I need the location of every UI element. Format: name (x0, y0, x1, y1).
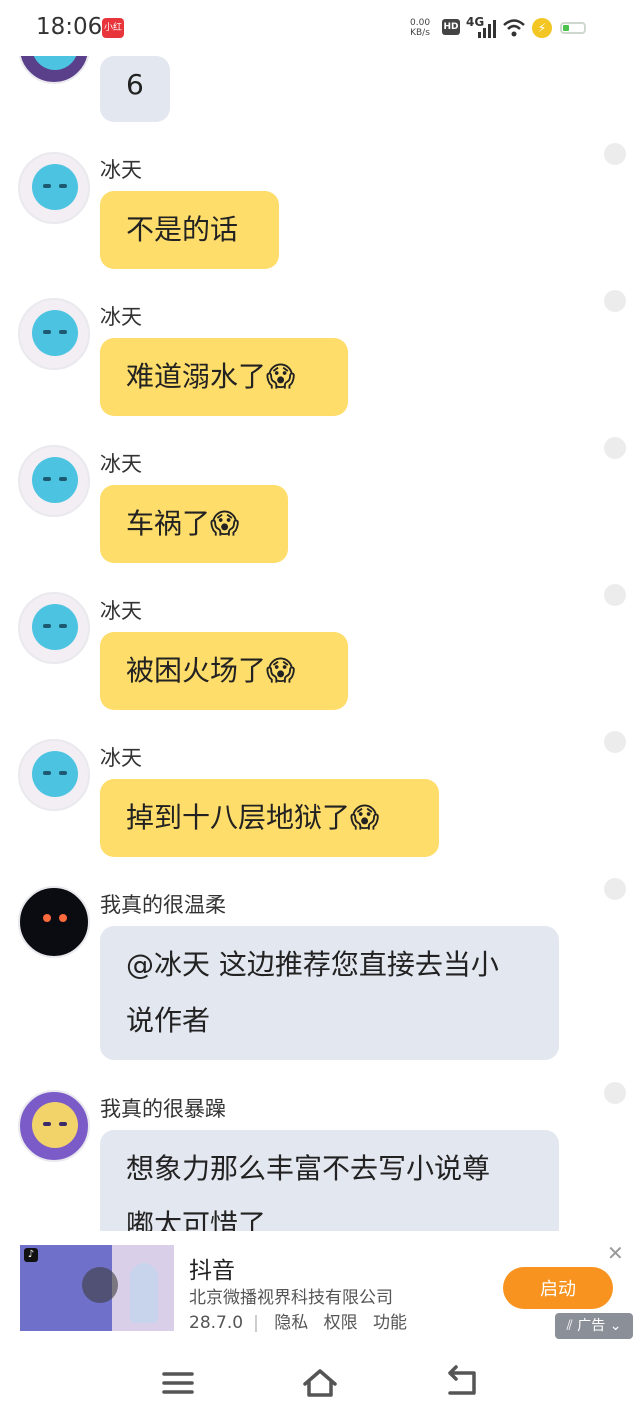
close-icon[interactable]: ✕ (607, 1241, 624, 1265)
scream-emoji-icon: 😱 (266, 654, 296, 687)
launch-button[interactable]: 启动 (503, 1267, 613, 1309)
network-speed: 0.00 KB/s (410, 18, 430, 38)
sender-name[interactable]: 冰天 (100, 301, 142, 331)
read-status-dot (604, 1082, 626, 1104)
read-status-dot (604, 584, 626, 606)
avatar[interactable] (18, 739, 90, 811)
message-bubble[interactable]: @冰天 这边推荐您直接去当小 说作者 (100, 926, 559, 1060)
network-speed-value: 0.00 (410, 18, 431, 28)
status-bar: 18:06 小红书 0.00 KB/s HD 4G ⚡ (0, 0, 640, 56)
message-bubble[interactable]: 车祸了😱 (100, 485, 288, 563)
sender-name[interactable]: 冰天 (100, 154, 142, 184)
hd-icon: HD (442, 19, 460, 35)
message-bubble[interactable]: 被困火场了😱 (100, 632, 348, 710)
chevron-down-icon: ⌄ (609, 1318, 622, 1334)
message-text: 不是的话 (126, 213, 239, 246)
charging-icon: ⚡ (532, 18, 552, 38)
ad-version: 28.7.0 (189, 1313, 244, 1333)
message-text-line: 说作者 (126, 1004, 211, 1037)
scream-emoji-icon: 😱 (350, 801, 380, 834)
chat-message-list[interactable]: 6 冰天 不是的话 冰天 难道溺水了😱 冰天 车祸了😱 冰天 被困火场了😱 冰天… (0, 56, 640, 1231)
read-status-dot (604, 437, 626, 459)
message-text: 难道溺水了 (126, 360, 267, 393)
avatar[interactable] (18, 56, 90, 84)
message-text: 车祸了 (126, 507, 211, 540)
avatar[interactable] (18, 445, 90, 517)
avatar[interactable] (18, 298, 90, 370)
ad-thumbnail[interactable]: ♪ (20, 1245, 174, 1331)
read-status-dot (604, 731, 626, 753)
message-text: 被困火场了 (126, 654, 267, 687)
sender-name[interactable]: 冰天 (100, 448, 142, 478)
message-text-line: 嘟太可惜了 (126, 1208, 267, 1231)
home-icon[interactable] (300, 1363, 340, 1403)
play-icon (82, 1267, 118, 1303)
read-status-dot (604, 290, 626, 312)
tiktok-logo-icon: ♪ (24, 1248, 38, 1262)
message-text-line: @冰天 这边推荐您直接去当小 (126, 948, 499, 981)
status-time: 18:06 (36, 14, 103, 40)
avatar[interactable] (18, 886, 90, 958)
scream-emoji-icon: 😱 (266, 360, 296, 393)
ad-permissions-link[interactable]: 权限 (324, 1313, 358, 1333)
sender-name[interactable]: 我真的很暴躁 (100, 1093, 226, 1123)
avatar[interactable] (18, 592, 90, 664)
network-speed-unit: KB/s (410, 28, 430, 38)
ad-label-text: 广告 (577, 1318, 606, 1334)
message-text-line: 想象力那么丰富不去写小说尊 (126, 1152, 491, 1185)
slash-icon: ⫽ (566, 1318, 573, 1334)
signal-icon (478, 20, 496, 38)
message-bubble[interactable]: 难道溺水了😱 (100, 338, 348, 416)
menu-icon[interactable] (158, 1363, 198, 1403)
ad-meta: 28.7.0 | 隐私 权限 功能 (189, 1313, 408, 1333)
scream-emoji-icon: 😱 (210, 507, 240, 540)
message-bubble[interactable]: 想象力那么丰富不去写小说尊 嘟太可惜了 (100, 1130, 559, 1231)
ad-company: 北京微播视界科技有限公司 (189, 1288, 393, 1308)
avatar[interactable] (18, 1090, 90, 1162)
ad-privacy-link[interactable]: 隐私 (274, 1313, 308, 1333)
ad-features-link[interactable]: 功能 (373, 1313, 407, 1333)
system-nav-bar (0, 1341, 640, 1422)
message-bubble[interactable]: 掉到十八层地狱了😱 (100, 779, 439, 857)
battery-icon (560, 22, 586, 34)
avatar[interactable] (18, 152, 90, 224)
message-text: 掉到十八层地狱了 (126, 801, 351, 834)
wifi-icon (503, 19, 525, 37)
read-status-dot (604, 143, 626, 165)
ad-banner[interactable]: ♪ 抖音 北京微播视界科技有限公司 28.7.0 | 隐私 权限 功能 ✕ 启动 … (0, 1231, 640, 1341)
ad-app-title[interactable]: 抖音 (189, 1251, 235, 1285)
sender-name[interactable]: 冰天 (100, 742, 142, 772)
back-icon[interactable] (442, 1363, 482, 1403)
read-status-dot (604, 878, 626, 900)
sender-name[interactable]: 我真的很温柔 (100, 889, 226, 919)
message-bubble[interactable]: 不是的话 (100, 191, 279, 269)
ad-label-badge[interactable]: ⫽ 广告 ⌄ (555, 1313, 633, 1339)
message-bubble[interactable]: 6 (100, 56, 170, 122)
app-notification-icon: 小红书 (102, 18, 124, 53)
sender-name[interactable]: 冰天 (100, 595, 142, 625)
